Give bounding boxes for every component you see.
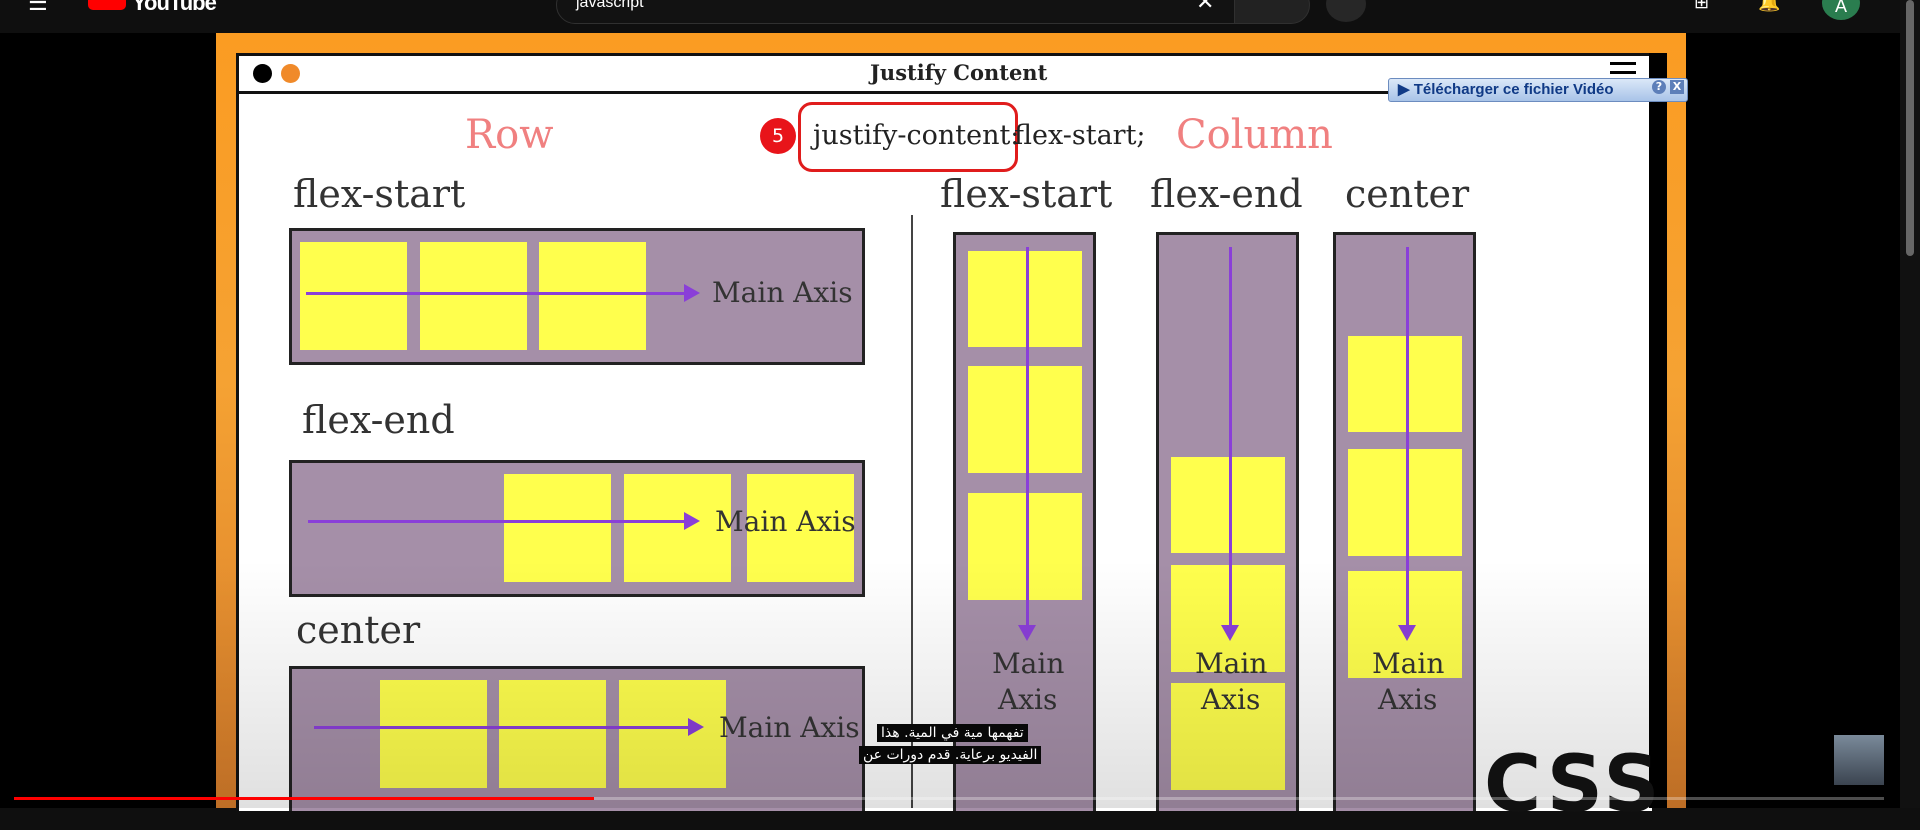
main-axis-arrow	[1406, 247, 1409, 625]
row-label-flex-start: flex-start	[293, 172, 466, 216]
main-axis-arrow	[306, 292, 684, 295]
presenter-thumbnail	[1834, 735, 1884, 785]
column-box-flex-end: Main Axis	[1156, 232, 1299, 811]
flex-item	[968, 251, 1082, 347]
column-label-center: center	[1345, 172, 1470, 216]
arrow-head-icon	[1018, 625, 1036, 641]
flex-item	[968, 366, 1082, 473]
flex-item	[499, 680, 606, 788]
main-axis-label-line2: Axis	[1201, 683, 1261, 716]
flex-item	[619, 680, 726, 788]
arrow-head-icon	[684, 512, 700, 530]
flex-item	[1171, 457, 1285, 553]
main-axis-label-line2: Axis	[998, 683, 1058, 716]
flex-item	[1348, 336, 1462, 432]
arrow-head-icon	[688, 718, 704, 736]
code-value: flex-start;	[1014, 120, 1146, 151]
panel-shadow	[1649, 53, 1667, 808]
row-label-flex-end: flex-end	[302, 398, 455, 442]
main-axis-label-line1: Main	[992, 647, 1065, 680]
close-icon[interactable]: X	[1670, 80, 1684, 94]
main-axis-label: Main Axis	[719, 711, 860, 744]
flex-item	[300, 242, 407, 350]
row-box-flex-end: Main Axis	[289, 460, 865, 597]
main-axis-label-line1: Main	[1372, 647, 1445, 680]
progress-bar-fill	[14, 797, 594, 800]
bell-icon[interactable]: 🔔	[1758, 0, 1780, 13]
flex-item	[968, 493, 1082, 600]
column-label-flex-start: flex-start	[940, 172, 1113, 216]
main-axis-arrow	[308, 520, 684, 523]
main-axis-label-line2: Axis	[1378, 683, 1438, 716]
help-icon[interactable]: ?	[1652, 80, 1666, 94]
column-label-flex-end: flex-end	[1150, 172, 1303, 216]
flex-item	[504, 474, 611, 582]
column-box-center: Main Axis	[1333, 232, 1476, 811]
arrow-head-icon	[1398, 625, 1416, 641]
flex-item	[380, 680, 487, 788]
caption-line-1: تفهمها مية في المية. هذا	[877, 724, 1028, 742]
window-dot-black	[253, 64, 272, 83]
caption-line-2: الفيديو برعاية. قدم دورات عن	[859, 746, 1042, 764]
download-video-button[interactable]: ▶ Télécharger ce fichier Vidéo	[1398, 80, 1614, 98]
menu-icon[interactable]: ☰	[28, 0, 64, 15]
clear-icon[interactable]: ✕	[1196, 0, 1214, 15]
main-axis-label: Main Axis	[712, 276, 853, 309]
slide-title: Justify Content	[870, 60, 1048, 85]
main-axis-label: Main Axis	[715, 505, 856, 538]
code-property: justify-content:	[813, 120, 1020, 151]
arrow-head-icon	[1221, 625, 1239, 641]
youtube-logo-icon[interactable]	[88, 0, 126, 10]
main-axis-arrow	[314, 726, 688, 729]
column-heading: Column	[1176, 112, 1333, 158]
window-dot-orange	[281, 64, 300, 83]
main-axis-label-line1: Main	[1195, 647, 1268, 680]
main-axis-arrow	[1026, 247, 1029, 625]
flex-item	[420, 242, 527, 350]
create-icon[interactable]: ⊞	[1694, 0, 1709, 13]
flex-item	[1348, 449, 1462, 556]
search-query-text[interactable]: javascript	[576, 0, 644, 12]
page-scrollbar-thumb[interactable]	[1906, 0, 1914, 256]
youtube-logo-text[interactable]: YouTube	[132, 0, 217, 16]
search-input[interactable]	[556, 0, 1236, 24]
search-button[interactable]	[1234, 0, 1310, 24]
flex-item	[539, 242, 646, 350]
row-heading: Row	[465, 112, 554, 158]
css-logo: CSS	[1484, 740, 1664, 830]
step-badge: 5	[760, 118, 796, 154]
row-box-flex-start: Main Axis	[289, 228, 865, 365]
row-label-center: center	[296, 608, 421, 652]
arrow-head-icon	[684, 284, 700, 302]
row-box-center: Main Axis	[289, 666, 865, 811]
main-axis-arrow	[1229, 247, 1232, 625]
section-divider	[911, 215, 913, 808]
